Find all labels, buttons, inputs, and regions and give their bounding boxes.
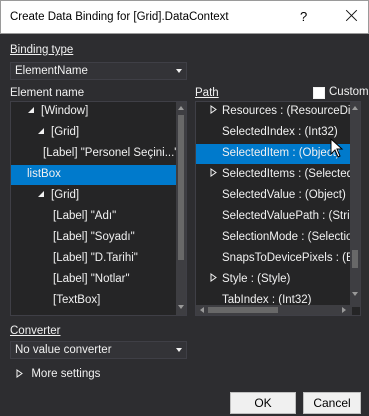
custom-label: Custom: [329, 86, 369, 98]
converter-label: Converter: [10, 325, 61, 337]
path-item-label: SelectedValue : (Object): [222, 189, 346, 201]
chevron-down-icon: [176, 69, 182, 73]
tree-item-label: [TextBox]: [53, 315, 100, 316]
tree-item-label: [Label] "Notlar": [53, 273, 130, 285]
path-list-vscrollbar[interactable]: [350, 102, 360, 307]
path-item[interactable]: SnapsToDevicePixels : (Boole: [196, 249, 360, 269]
help-button[interactable]: ?: [300, 9, 307, 24]
binding-type-label: Binding type: [10, 44, 73, 56]
converter-value: No value converter: [15, 344, 112, 356]
path-item[interactable]: SelectedItems : (SelectedIten: [196, 165, 360, 185]
tree-item[interactable]: [Window]: [11, 102, 177, 122]
tree-item-label: [Window]: [41, 105, 89, 117]
tree-item-label: listBox: [27, 168, 61, 180]
tree-item[interactable]: [Label] "D.Tarihi": [11, 249, 177, 269]
scroll-up-icon[interactable]: [352, 106, 358, 110]
path-item[interactable]: SelectedItem : (Object): [196, 144, 352, 164]
scroll-thumb[interactable]: [178, 115, 184, 260]
tree-item-label: [Label] "Personel Seçini...": [43, 147, 179, 159]
expanded-arrow-icon[interactable]: [27, 106, 35, 114]
path-item[interactable]: Resources : (ResourceDiction: [196, 102, 360, 122]
more-settings-toggle[interactable]: More settings: [16, 366, 100, 380]
scroll-down-icon[interactable]: [178, 305, 184, 309]
tree-item-label: [Label] "Soyadı": [53, 231, 135, 243]
path-item-label: SnapsToDevicePixels : (Boole: [222, 252, 361, 264]
tree-item-label: [Grid]: [51, 189, 80, 201]
ok-button[interactable]: OK: [230, 392, 296, 414]
tree-item[interactable]: [Label] "Soyadı": [11, 228, 177, 248]
collapsed-arrow-icon[interactable]: [210, 105, 217, 115]
scroll-left-icon[interactable]: [200, 307, 204, 313]
scroll-thumb[interactable]: [352, 250, 358, 268]
expanded-arrow-icon[interactable]: [37, 127, 45, 135]
tree-item[interactable]: [Grid]: [11, 123, 177, 143]
converter-label-text: Converter: [10, 325, 61, 337]
tree-item-label: [TextBox]: [53, 294, 101, 306]
path-item[interactable]: SelectedIndex : (Int32): [196, 123, 352, 143]
tree-item[interactable]: [Label] "Notlar": [11, 270, 177, 290]
chevron-down-icon: [176, 348, 182, 352]
expand-arrow-icon: [16, 369, 23, 379]
cancel-button[interactable]: Cancel: [303, 392, 361, 414]
path-label: Path: [195, 87, 219, 99]
expanded-arrow-icon[interactable]: [37, 190, 45, 198]
scroll-right-icon[interactable]: [342, 307, 346, 313]
path-list[interactable]: Resources : (ResourceDiction SelectedInde…: [195, 101, 361, 316]
path-item-label: Resources : (ResourceDiction: [222, 105, 361, 117]
element-tree[interactable]: [Window] [Grid] [Label] "Personel Seçini..…: [10, 101, 187, 316]
path-label-text: Path: [195, 87, 219, 99]
cursor-icon: [330, 138, 344, 158]
path-item[interactable]: Style : (Style): [196, 270, 352, 290]
converter-select[interactable]: No value converter: [10, 341, 187, 359]
element-tree-scrollbar[interactable]: [176, 102, 186, 315]
path-item-label: SelectionMode : (SelectionM: [222, 231, 361, 243]
tree-item-label: [Label] "D.Tarihi": [53, 252, 138, 264]
collapsed-arrow-icon[interactable]: [210, 168, 217, 178]
element-name-label: Element name: [10, 87, 85, 99]
path-item-label: Tag : (Object): [222, 315, 291, 316]
tree-item[interactable]: [Label] "Personel Seçini...": [11, 144, 179, 164]
tree-item[interactable]: [TextBox]: [11, 312, 177, 316]
path-item-label: SelectedItems : (SelectedIten: [222, 168, 361, 180]
path-list-hscrollbar[interactable]: [196, 305, 352, 315]
binding-type-select[interactable]: ElementName: [10, 62, 187, 80]
tree-item-label: [Grid]: [51, 126, 80, 138]
tree-item-label: [Label] "Adı": [53, 210, 117, 222]
window-title: Create Data Binding for [Grid].DataConte…: [10, 11, 229, 23]
collapsed-arrow-icon[interactable]: [210, 273, 217, 283]
path-item-label: SelectedValuePath : (String): [222, 210, 361, 222]
scroll-up-icon[interactable]: [178, 106, 184, 110]
tree-item[interactable]: [Grid]: [11, 186, 177, 206]
binding-type-value: ElementName: [15, 65, 88, 77]
binding-type-label-text: Binding type: [10, 44, 74, 56]
scroll-down-icon[interactable]: [352, 292, 358, 296]
path-item-label: SelectedItem : (Object): [222, 147, 340, 159]
close-icon[interactable]: [342, 6, 362, 26]
path-item-label: Style : (Style): [222, 273, 291, 285]
custom-checkbox[interactable]: [313, 87, 325, 99]
title-bar: Create Data Binding for [Grid].DataConte…: [0, 0, 369, 34]
path-item[interactable]: SelectionMode : (SelectionM: [196, 228, 360, 248]
hscroll-thumb[interactable]: [208, 307, 278, 313]
path-item-label: SelectedIndex : (Int32): [222, 126, 338, 138]
more-settings-label: More settings: [31, 368, 101, 380]
path-item[interactable]: SelectedValue : (Object): [196, 186, 352, 206]
tree-item[interactable]: [Label] "Adı": [11, 207, 177, 227]
path-item[interactable]: SelectedValuePath : (String): [196, 207, 360, 227]
tree-item[interactable]: [TextBox]: [11, 291, 177, 311]
tree-item[interactable]: listBox: [11, 165, 177, 185]
